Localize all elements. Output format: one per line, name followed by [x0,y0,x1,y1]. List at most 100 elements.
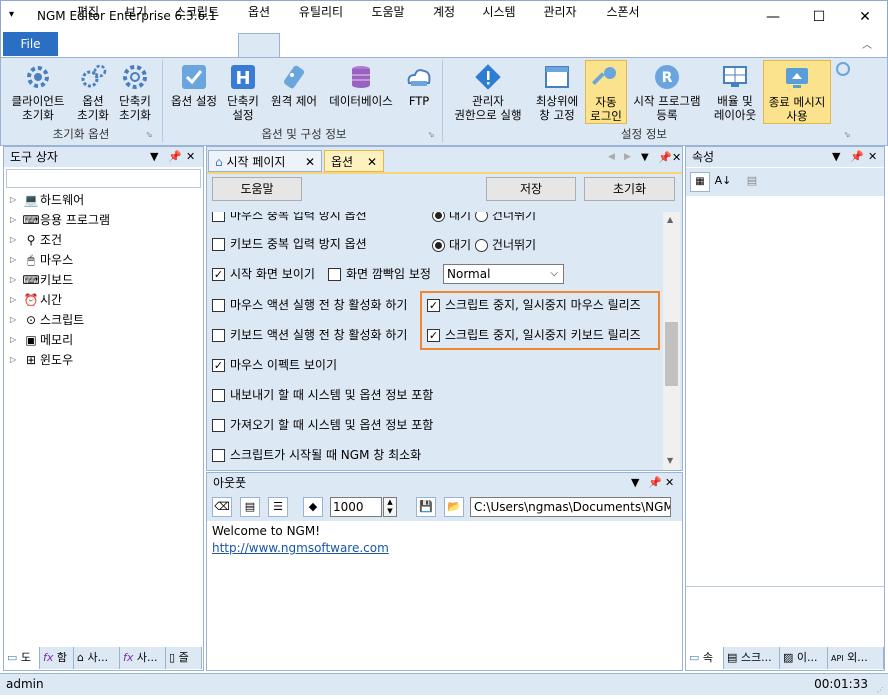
tab-properties[interactable]: ▭ 속 [686,647,724,669]
menu-edit[interactable]: 편집 [66,2,110,25]
option-release-kb[interactable]: ✓ 스크립트 중지, 일시중지 키보드 릴리즈 [427,325,641,345]
tree-item-condition[interactable]: ▷ ⚲ 조건 [10,230,62,250]
reset-button[interactable]: 초기화 [584,177,675,201]
expand-icon[interactable]: ▷ [10,330,22,350]
close-tab-icon[interactable]: ✕ [305,151,315,173]
close-tab-icon[interactable]: ✕ [367,151,377,173]
reset-options-button[interactable]: 옵션 초기화 [72,62,114,122]
refresh-icon[interactable] [836,62,850,76]
menu-script[interactable]: 스크립트 [164,2,230,25]
auto-login-button[interactable]: 자동 로그인 [585,60,627,124]
option-settings-button[interactable]: 옵션 설정 [166,62,222,108]
collapse-ribbon-icon[interactable]: ︿ [862,36,872,51]
checkbox[interactable] [212,388,225,402]
always-on-top-button[interactable]: 최상위에 창 고정 [530,62,584,122]
hotkey-settings-button[interactable]: H 단축키 설정 [222,62,264,122]
tree-item-application[interactable]: ▷ ⌨ 응용 프로그램 [10,210,110,230]
count-stepper[interactable]: ▲ ▼ [383,497,397,517]
expand-icon[interactable]: ▷ [10,250,22,270]
checkbox[interactable] [328,267,341,281]
tab-user-1[interactable]: ⌂ 사... [74,647,120,669]
option-mouse-effect[interactable]: ✓ 마우스 이펙트 보이기 [212,355,337,375]
categorized-icon[interactable]: ▦ [690,172,710,192]
option-mouse-action[interactable]: 마우스 액션 실행 전 창 활성화 하기 [212,295,407,315]
tab-external[interactable]: API 외... [828,647,884,669]
dropdown-icon[interactable]: ▼ [631,473,639,493]
scroll-down-icon[interactable]: ▼ [667,456,673,465]
save-icon[interactable]: 💾 [416,497,436,517]
option-kb-dup[interactable]: 키보드 중복 입력 방지 옵션 [212,234,367,254]
sort-alpha-icon[interactable]: A↓ [713,172,733,192]
menu-options[interactable]: 옵션 [238,2,280,25]
property-pages-icon[interactable]: ▤ [742,172,762,192]
resize-grip-icon[interactable]: ⋰ [877,680,884,700]
tree-item-keyboard[interactable]: ▷ ⌨ 키보드 [10,270,73,290]
group-launcher-icon[interactable]: ⬂ [844,130,851,139]
run-as-admin-button[interactable]: 관리자 권한으로 실행 [446,62,530,122]
tab-favorites[interactable]: ▯ 즐 [166,647,202,669]
dropdown-icon[interactable]: ▼ [832,147,840,167]
menu-system[interactable]: 시스템 [474,2,524,25]
pin-icon[interactable]: 📌 [168,147,182,167]
help-button[interactable]: 도움말 [212,177,302,201]
expand-icon[interactable]: ▷ [10,190,22,210]
tab-start-page[interactable]: ⌂ 시작 페이지 ✕ [208,150,322,172]
tree-item-memory[interactable]: ▷ ▣ 메모리 [10,330,73,350]
option-import-info[interactable]: 가져오기 할 때 시스템 및 옵션 정보 포함 [212,415,433,435]
expand-icon[interactable]: ▷ [10,210,22,230]
blink-select[interactable]: Normal ⌵ [443,264,564,284]
output-path-field[interactable]: C:\Users\ngmas\Documents\NGM6\ [470,497,671,517]
new-file-icon[interactable]: ▤ [240,497,260,517]
output-website-link[interactable]: http://www.ngmsoftware.com [212,541,389,555]
checkbox[interactable] [212,212,225,222]
option-kb-action[interactable]: 키보드 액션 실행 전 창 활성화 하기 [212,325,407,345]
group-launcher-icon[interactable]: ⬂ [146,130,153,139]
option-show-start[interactable]: ✓ 시작 화면 보이기 [212,264,315,284]
tab-script-props[interactable]: ▤ 스크... [724,647,780,669]
tree-item-window[interactable]: ▷ ⊞ 윈도우 [10,350,73,370]
menu-utility[interactable]: 유틸리티 [290,2,352,25]
tree-item-time[interactable]: ▷ ⏰ 시간 [10,290,62,310]
pin-icon[interactable]: 📌 [648,473,662,493]
ftp-button[interactable]: FTP [400,62,438,108]
exit-message-button[interactable]: 종료 메시지 사용 [763,60,831,124]
database-button[interactable]: 데이터베이스 [324,62,398,108]
tree-item-script[interactable]: ▷ ⊙ 스크립트 [10,310,84,330]
scroll-right-icon[interactable]: ▶ [624,152,631,162]
menu-view[interactable]: 보기 [114,2,158,25]
radio-wait[interactable] [432,238,445,252]
clear-broom-icon[interactable]: ⌫ [212,497,232,517]
expand-icon[interactable]: ▷ [10,310,22,330]
menu-help[interactable]: 도움말 [364,2,412,25]
tab-user-2[interactable]: fx 사... [120,647,166,669]
expand-icon[interactable]: ▷ [10,270,22,290]
menu-sponsor[interactable]: 스폰서 [596,2,650,25]
checkbox-checked[interactable]: ✓ [212,267,225,281]
expand-icon[interactable]: ▷ [10,290,22,310]
line-count-input[interactable]: 1000 [330,497,382,517]
startup-register-button[interactable]: R 시작 프로그램 등록 [628,62,706,122]
remote-control-button[interactable]: 원격 제어 [264,62,324,108]
pin-icon[interactable]: 📌 [658,151,672,164]
maximize-button[interactable]: ☐ [797,1,841,33]
eraser-icon[interactable]: ◆ [303,497,323,517]
close-icon[interactable]: ✕ [868,147,877,167]
tab-toolbox[interactable]: ▭ 도 [4,647,40,669]
pin-icon[interactable]: 📌 [850,147,864,167]
group-launcher-icon[interactable]: ⬂ [428,130,435,139]
checkbox[interactable] [212,237,225,251]
save-button[interactable]: 저장 [486,177,576,201]
expand-icon[interactable]: ▷ [10,350,22,370]
tree-item-hardware[interactable]: ▷ 💻 하드웨어 [10,190,84,210]
scroll-up-icon[interactable]: ▲ [667,215,673,224]
toolbox-search-input[interactable] [6,169,201,188]
checkbox[interactable] [212,328,225,342]
menu-admin[interactable]: 관리자 [536,2,584,25]
option-export-info[interactable]: 내보내기 할 때 시스템 및 옵션 정보 포함 [212,385,433,405]
option-release-mouse[interactable]: ✓ 스크립트 중지, 일시중지 마우스 릴리즈 [427,295,641,315]
expand-icon[interactable]: ▷ [10,230,22,250]
tab-functions[interactable]: fx 함 [40,647,74,669]
list-icon[interactable]: ☰ [268,497,288,517]
radio-wait[interactable] [432,212,445,222]
dropdown-icon[interactable]: ▼ [641,152,649,163]
